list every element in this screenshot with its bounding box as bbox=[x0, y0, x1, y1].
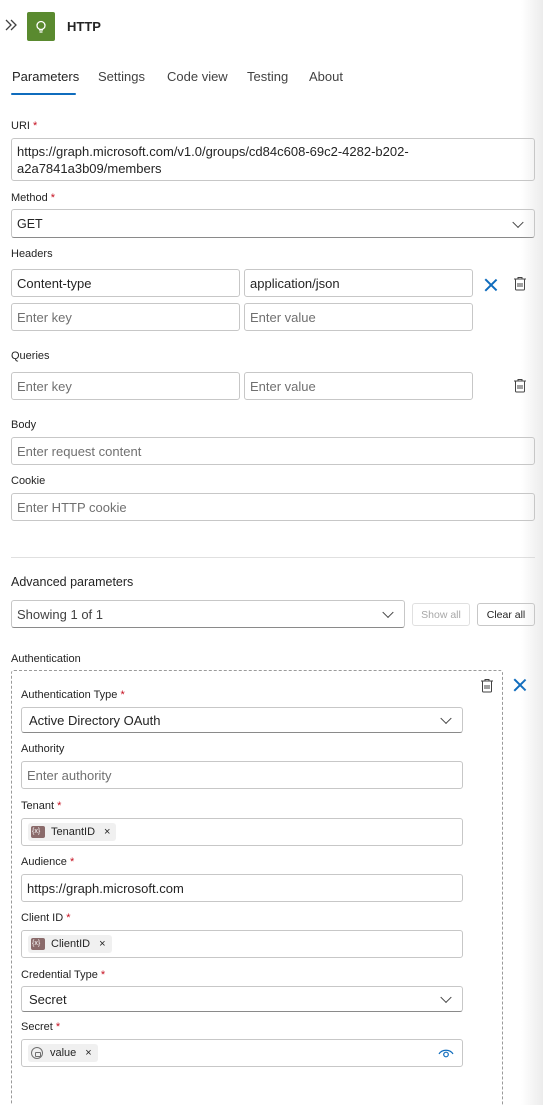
queries-label: Queries bbox=[11, 350, 50, 362]
authority-label: Authority bbox=[21, 743, 65, 755]
expression-icon bbox=[31, 826, 45, 838]
section-divider bbox=[11, 557, 535, 558]
secret-input[interactable]: value × bbox=[21, 1039, 463, 1067]
chevron-down-icon bbox=[512, 216, 524, 228]
cookie-label: Cookie bbox=[11, 475, 46, 487]
credential-type-dropdown[interactable]: Secret bbox=[21, 986, 463, 1012]
tab-testing[interactable]: Testing bbox=[247, 69, 288, 84]
method-dropdown[interactable]: GET bbox=[11, 209, 535, 238]
uri-label: URI * bbox=[11, 120, 38, 132]
tab-settings[interactable]: Settings bbox=[98, 69, 145, 84]
double-chevron-right-icon[interactable] bbox=[4, 18, 20, 36]
audience-input[interactable]: https://graph.microsoft.com bbox=[21, 874, 463, 902]
chevron-down-icon bbox=[382, 606, 394, 619]
tab-code-view[interactable]: Code view bbox=[167, 69, 228, 84]
active-tab-indicator bbox=[11, 93, 76, 95]
header-value-input-empty[interactable]: Enter value bbox=[244, 303, 473, 331]
header-key-input[interactable]: Content-type bbox=[11, 269, 240, 297]
client-id-input[interactable]: ClientID × bbox=[21, 930, 463, 958]
authentication-type-dropdown[interactable]: Active Directory OAuth bbox=[21, 707, 463, 733]
body-input[interactable]: Enter request content bbox=[11, 437, 535, 465]
tab-parameters[interactable]: Parameters bbox=[12, 69, 79, 84]
lightbulb-icon bbox=[27, 12, 55, 41]
client-id-label: Client ID * bbox=[21, 912, 71, 924]
lock-icon bbox=[31, 1047, 43, 1059]
uri-input[interactable]: https://graph.microsoft.com/v1.0/groups/… bbox=[11, 138, 535, 181]
cookie-input[interactable]: Enter HTTP cookie bbox=[11, 493, 535, 521]
authority-input[interactable]: Enter authority bbox=[21, 761, 463, 789]
credential-type-value: Secret bbox=[29, 991, 67, 1007]
authentication-type-label: Authentication Type * bbox=[21, 689, 125, 701]
body-label: Body bbox=[11, 419, 37, 431]
delete-icon[interactable] bbox=[480, 678, 494, 693]
chevron-down-icon bbox=[440, 712, 452, 725]
delete-all-icon[interactable] bbox=[513, 276, 527, 291]
client-id-token-label: ClientID bbox=[51, 938, 91, 950]
query-value-input[interactable]: Enter value bbox=[244, 372, 473, 400]
token-remove-icon[interactable]: × bbox=[85, 1047, 91, 1059]
authentication-label: Authentication bbox=[11, 653, 81, 665]
method-label: Method * bbox=[11, 192, 56, 204]
close-icon[interactable] bbox=[484, 278, 498, 292]
show-all-button[interactable]: Show all bbox=[412, 603, 470, 626]
secret-token[interactable]: value × bbox=[28, 1044, 98, 1062]
query-key-input[interactable]: Enter key bbox=[11, 372, 240, 400]
clear-all-button[interactable]: Clear all bbox=[477, 603, 535, 626]
credential-type-label: Credential Type * bbox=[21, 969, 106, 981]
authentication-type-value: Active Directory OAuth bbox=[29, 712, 161, 728]
tenant-label: Tenant * bbox=[21, 800, 62, 812]
advanced-parameters-dropdown[interactable]: Showing 1 of 1 bbox=[11, 600, 405, 628]
tab-about[interactable]: About bbox=[309, 69, 343, 84]
client-id-token[interactable]: ClientID × bbox=[28, 935, 112, 953]
page-title: HTTP bbox=[67, 19, 101, 34]
delete-all-icon[interactable] bbox=[513, 378, 527, 393]
secret-token-label: value bbox=[50, 1047, 77, 1059]
header-key-input-empty[interactable]: Enter key bbox=[11, 303, 240, 331]
tenant-token-label: TenantID bbox=[51, 826, 96, 838]
uri-value-line1: https://graph.microsoft.com/v1.0/groups/… bbox=[17, 143, 409, 159]
token-remove-icon[interactable]: × bbox=[104, 826, 110, 838]
secret-label: Secret * bbox=[21, 1021, 61, 1033]
audience-label: Audience * bbox=[21, 856, 75, 868]
advanced-parameters-value: Showing 1 of 1 bbox=[17, 606, 104, 622]
tenant-input[interactable]: TenantID × bbox=[21, 818, 463, 846]
advanced-parameters-label: Advanced parameters bbox=[11, 575, 134, 589]
method-value: GET bbox=[17, 216, 43, 231]
uri-value-line2: a2a7841a3b09/members bbox=[17, 160, 162, 176]
chevron-down-icon bbox=[440, 991, 452, 1004]
eye-icon[interactable] bbox=[438, 1047, 454, 1058]
headers-label: Headers bbox=[11, 248, 53, 260]
token-remove-icon[interactable]: × bbox=[99, 938, 105, 950]
header-value-input[interactable]: application/json bbox=[244, 269, 473, 297]
expression-icon bbox=[31, 938, 45, 950]
tenant-token[interactable]: TenantID × bbox=[28, 823, 117, 841]
close-icon[interactable] bbox=[513, 678, 527, 692]
